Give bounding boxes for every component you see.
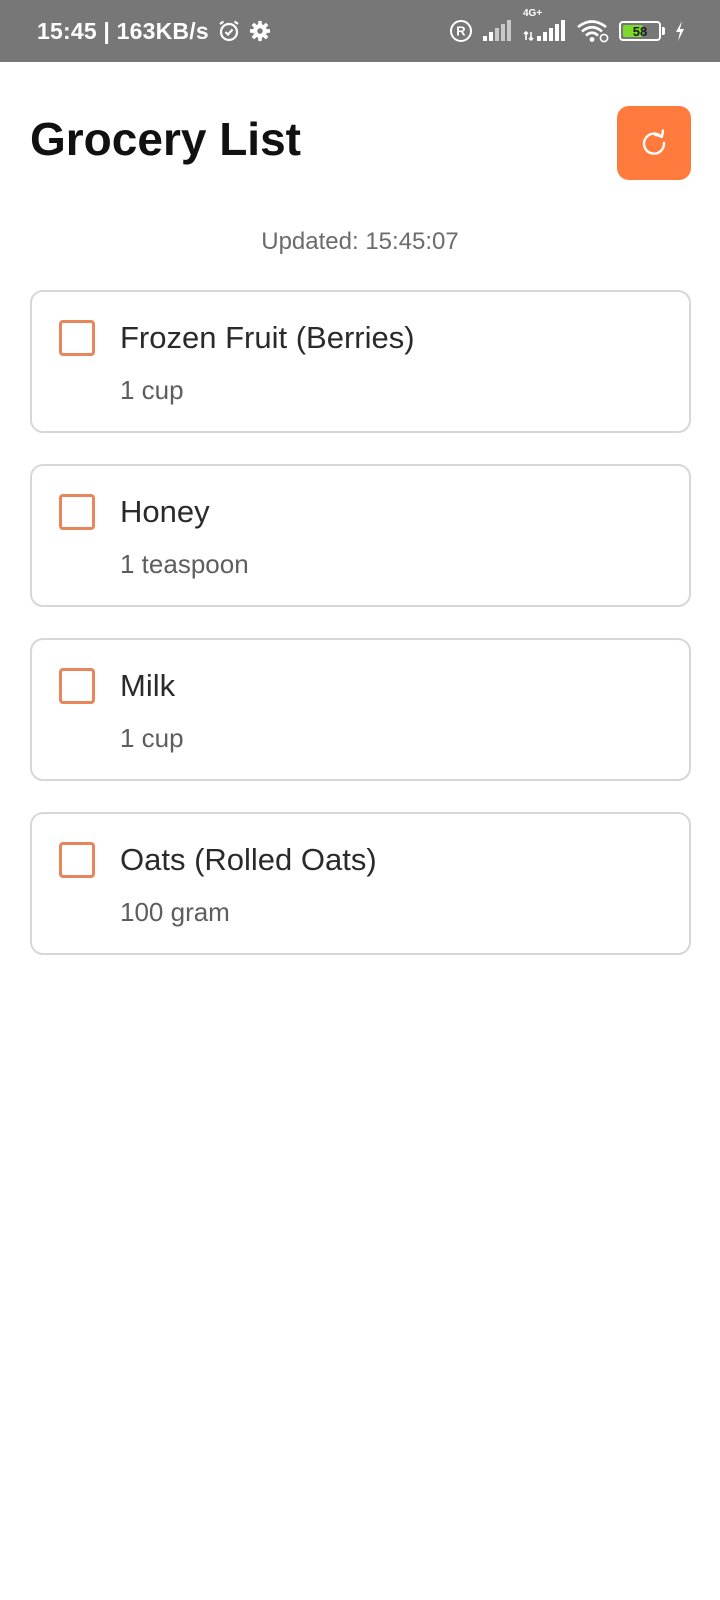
list-item[interactable]: Honey 1 teaspoon xyxy=(30,464,691,607)
status-bar-right: R 4G+ 58 xyxy=(440,0,686,62)
alarm-icon xyxy=(217,19,241,43)
item-checkbox[interactable] xyxy=(59,320,95,356)
registered-icon: R xyxy=(449,19,473,43)
signal-icon xyxy=(482,20,514,42)
battery-cap xyxy=(662,27,665,35)
item-checkbox[interactable] xyxy=(59,668,95,704)
updated-timestamp: Updated: 15:45:07 xyxy=(261,228,459,255)
status-bar-left: 15:45 | 163KB/s xyxy=(37,0,271,62)
signal-4g-icon: 4G+ xyxy=(523,8,567,42)
battery-level: 58 xyxy=(632,23,648,39)
charging-icon xyxy=(674,20,686,42)
wifi-icon xyxy=(576,19,610,43)
item-quantity: 1 teaspoon xyxy=(120,549,249,579)
refresh-icon xyxy=(639,128,669,158)
list-item[interactable]: Frozen Fruit (Berries) 1 cup xyxy=(30,290,691,433)
status-time-speed: 15:45 | 163KB/s xyxy=(37,17,209,44)
item-checkbox[interactable] xyxy=(59,842,95,878)
item-name: Honey xyxy=(120,494,210,529)
page-title: Grocery List xyxy=(30,113,301,165)
battery-icon: 58 xyxy=(619,21,665,41)
item-name: Oats (Rolled Oats) xyxy=(120,842,377,877)
item-quantity: 1 cup xyxy=(120,723,184,753)
network-type-label: 4G+ xyxy=(523,8,543,19)
grocery-list: Frozen Fruit (Berries) 1 cup Honey 1 tea… xyxy=(30,290,691,986)
item-name: Milk xyxy=(120,668,176,703)
item-checkbox[interactable] xyxy=(59,494,95,530)
settings-icon xyxy=(249,20,271,42)
item-quantity: 1 cup xyxy=(120,375,184,405)
list-item[interactable]: Oats (Rolled Oats) 100 gram xyxy=(30,812,691,955)
battery-body: 58 xyxy=(619,21,661,41)
refresh-button[interactable] xyxy=(617,106,691,180)
list-item[interactable]: Milk 1 cup xyxy=(30,638,691,781)
status-bar: 15:45 | 163KB/s R 4G+ 58 xyxy=(0,0,720,62)
item-name: Frozen Fruit (Berries) xyxy=(120,320,415,355)
item-quantity: 100 gram xyxy=(120,897,230,927)
svg-text:R: R xyxy=(456,24,466,39)
